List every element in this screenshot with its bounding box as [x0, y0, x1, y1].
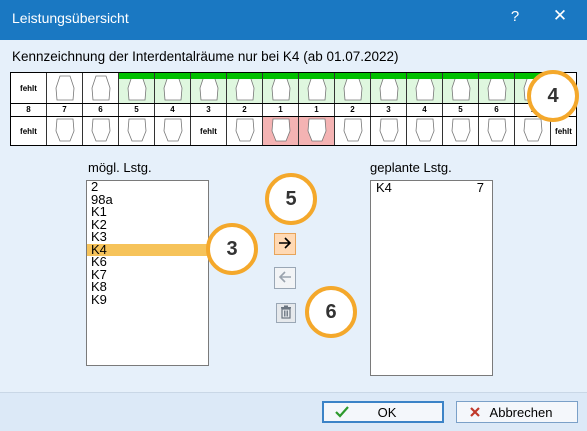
tooth-cell-lower[interactable]	[119, 117, 155, 145]
available-list-label: mögl. Lstg.	[88, 160, 152, 175]
tooth-number: 1	[299, 104, 335, 116]
tooth-status-mark	[119, 73, 154, 79]
callout-4: 4	[527, 70, 579, 122]
tooth-chart[interactable]: fehlt 8765432112345678 fehltfehltfehlt	[10, 72, 577, 146]
tooth-cell-lower[interactable]	[263, 117, 299, 145]
tooth-cell-lower[interactable]	[407, 117, 443, 145]
title-bar: Leistungsübersicht ? ✕	[0, 0, 587, 40]
tooth-cell-lower[interactable]	[227, 117, 263, 145]
tooth-status-mark	[155, 73, 190, 79]
checkmark-icon	[332, 406, 352, 418]
tooth-cell-lower[interactable]: fehlt	[11, 117, 47, 145]
tooth-cell-upper[interactable]	[299, 73, 335, 103]
cancel-button-label: Abbrechen	[489, 404, 553, 420]
tooth-status-mark	[335, 73, 370, 79]
cross-icon	[465, 406, 485, 418]
help-button[interactable]: ?	[505, 8, 525, 25]
tooth-cell-lower[interactable]: fehlt	[191, 117, 227, 145]
dialog-window: Leistungsübersicht ? ✕ Kennzeichnung der…	[0, 0, 587, 431]
close-button[interactable]: ✕	[550, 6, 570, 26]
tooth-status-mark	[371, 73, 406, 79]
list-item[interactable]: K9	[87, 293, 208, 307]
tooth-status-mark	[407, 73, 442, 79]
chart-caption: Kennzeichnung der Interdentalräume nur b…	[12, 49, 399, 64]
tooth-cell-upper[interactable]	[47, 73, 83, 103]
tooth-cell-upper[interactable]	[335, 73, 371, 103]
tooth-cell-upper[interactable]	[155, 73, 191, 103]
tooth-cell-lower[interactable]	[371, 117, 407, 145]
tooth-cell-lower[interactable]	[479, 117, 515, 145]
cancel-button[interactable]: Abbrechen	[456, 401, 578, 423]
tooth-status-mark	[191, 73, 226, 79]
tooth-number: 2	[227, 104, 263, 116]
tooth-cell-lower[interactable]	[47, 117, 83, 145]
tooth-chart-numbers-row: 8765432112345678	[11, 103, 576, 117]
tooth-cell-upper[interactable]	[263, 73, 299, 103]
tooth-number: 8	[11, 104, 47, 116]
tooth-cell-lower[interactable]	[299, 117, 335, 145]
tooth-cell-upper[interactable]	[119, 73, 155, 103]
tooth-status-mark	[299, 73, 334, 79]
tooth-number: 2	[335, 104, 371, 116]
tooth-number: 6	[83, 104, 119, 116]
tooth-cell-lower[interactable]	[83, 117, 119, 145]
planned-item-code: K4	[376, 180, 392, 195]
tooth-cell-upper[interactable]	[191, 73, 227, 103]
callout-5: 5	[265, 173, 317, 225]
tooth-cell-upper[interactable]	[479, 73, 515, 103]
tooth-cell-upper[interactable]	[371, 73, 407, 103]
tooth-status-mark	[479, 73, 514, 79]
trash-icon	[280, 305, 292, 322]
tooth-status-mark	[443, 73, 478, 79]
tooth-number: 4	[155, 104, 191, 116]
tooth-cell-lower[interactable]	[155, 117, 191, 145]
arrow-left-icon	[278, 270, 292, 286]
window-title: Leistungsübersicht	[12, 10, 129, 26]
tooth-cell-upper[interactable]	[443, 73, 479, 103]
ok-button[interactable]: OK	[322, 401, 444, 423]
tooth-status-mark	[263, 73, 298, 79]
tooth-status-mark	[227, 73, 262, 79]
tooth-number: 7	[47, 104, 83, 116]
tooth-number: 3	[191, 104, 227, 116]
remove-service-button[interactable]	[274, 267, 296, 289]
tooth-number: 4	[407, 104, 443, 116]
planned-list-label: geplante Lstg.	[370, 160, 452, 175]
tooth-cell-upper[interactable]: fehlt	[11, 73, 47, 103]
tooth-cell-lower[interactable]	[335, 117, 371, 145]
planned-services-list[interactable]: K4 7	[370, 180, 493, 376]
tooth-number: 5	[119, 104, 155, 116]
callout-6: 6	[305, 286, 357, 338]
tooth-number: 1	[263, 104, 299, 116]
tooth-cell-upper[interactable]	[83, 73, 119, 103]
delete-service-button[interactable]	[276, 303, 296, 323]
tooth-cell-lower[interactable]	[443, 117, 479, 145]
tooth-cell-upper[interactable]	[407, 73, 443, 103]
add-service-button[interactable]	[274, 233, 296, 255]
tooth-chart-upper-row: fehlt	[11, 73, 576, 103]
tooth-number: 3	[371, 104, 407, 116]
callout-3: 3	[206, 223, 258, 275]
tooth-chart-lower-row: fehlt fehlt fehlt	[11, 117, 576, 145]
tooth-number: 6	[479, 104, 515, 116]
available-services-list[interactable]: 2 98a K1 K2 K3 K4 K6 K7 K8 K9	[86, 180, 209, 366]
ok-button-label: OK	[377, 404, 397, 420]
planned-list-item[interactable]: K4 7	[371, 181, 492, 195]
tooth-number: 5	[443, 104, 479, 116]
tooth-cell-upper[interactable]	[227, 73, 263, 103]
arrow-right-icon	[278, 236, 292, 252]
planned-item-count: 7	[476, 180, 484, 195]
